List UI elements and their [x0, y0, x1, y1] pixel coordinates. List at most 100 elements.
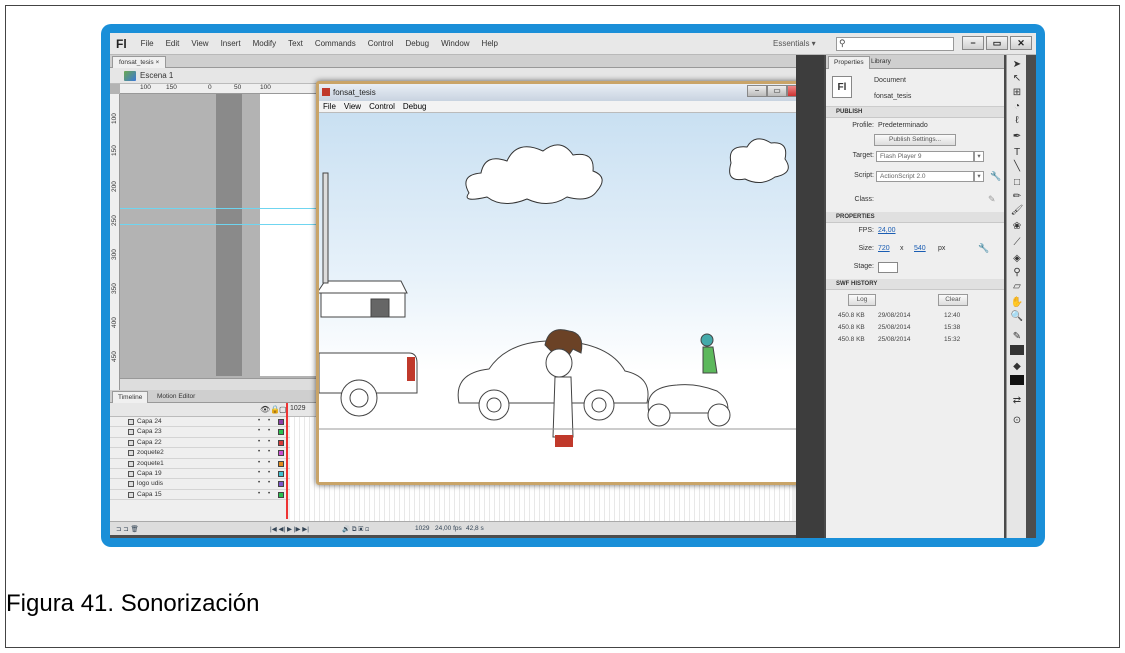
target-select[interactable]: Flash Player 9: [876, 151, 974, 162]
layer-color-swatch[interactable]: [278, 471, 284, 477]
menu-edit[interactable]: Edit: [160, 39, 186, 48]
workspace-switcher[interactable]: Essentials ▾: [773, 39, 816, 48]
size-height[interactable]: 540: [914, 245, 926, 252]
layer-name[interactable]: Capa 19: [137, 470, 162, 477]
layer-lock-dot[interactable]: •: [268, 449, 270, 455]
layer-row[interactable]: zoquete2 • •: [110, 449, 290, 459]
script-dropdown-arrow[interactable]: ▾: [974, 171, 984, 182]
layer-row[interactable]: zoquete1 • •: [110, 459, 290, 469]
layer-color-swatch[interactable]: [278, 450, 284, 457]
wrench-icon[interactable]: 🔧: [978, 243, 989, 254]
layer-name[interactable]: zoquete1: [137, 460, 164, 467]
stroke-color-swatch[interactable]: [1010, 345, 1024, 355]
layer-visibility-dot[interactable]: •: [258, 439, 260, 445]
layer-row[interactable]: Capa 24 • •: [110, 418, 290, 428]
menu-modify[interactable]: Modify: [247, 39, 283, 48]
brush-tool-icon[interactable]: 🖌: [1010, 205, 1024, 217]
player-menu-debug[interactable]: Debug: [399, 102, 431, 111]
layer-lock-dot[interactable]: •: [268, 439, 270, 445]
clear-button[interactable]: Clear: [938, 294, 968, 306]
menu-debug[interactable]: Debug: [400, 39, 436, 48]
script-select[interactable]: ActionScript 2.0: [876, 171, 974, 182]
log-button[interactable]: Log: [848, 294, 876, 306]
layer-visibility-dot[interactable]: •: [258, 460, 260, 466]
help-search-input[interactable]: ⚲: [836, 37, 954, 51]
layer-name[interactable]: zoquete2: [137, 449, 164, 456]
layer-color-swatch[interactable]: [278, 481, 284, 488]
lasso-tool-icon[interactable]: ℓ: [1010, 115, 1024, 127]
tab-motion-editor[interactable]: Motion Editor: [152, 391, 200, 403]
scene-label[interactable]: Escena 1: [140, 71, 173, 80]
layer-color-swatch[interactable]: [278, 429, 284, 436]
layer-visibility-dot[interactable]: •: [258, 480, 260, 486]
layer-lock-dot[interactable]: •: [268, 480, 270, 486]
player-titlebar[interactable]: fonsat_tesis − ▭ ✕: [319, 84, 819, 101]
menu-help[interactable]: Help: [476, 39, 504, 48]
3d-rotation-icon[interactable]: ◔: [1010, 101, 1024, 113]
player-maximize-button[interactable]: ▭: [767, 85, 787, 97]
target-dropdown-arrow[interactable]: ▾: [974, 151, 984, 162]
tab-library[interactable]: Library: [866, 56, 896, 69]
layer-row[interactable]: Capa 19 • •: [110, 470, 290, 480]
menu-file[interactable]: File: [135, 39, 160, 48]
player-menu-control[interactable]: Control: [365, 102, 399, 111]
menu-commands[interactable]: Commands: [309, 39, 362, 48]
layer-name[interactable]: Capa 23: [137, 428, 162, 435]
collapsed-panel-strip[interactable]: [796, 55, 824, 538]
layer-lock-dot[interactable]: •: [268, 491, 270, 497]
menu-view[interactable]: View: [185, 39, 214, 48]
layer-row[interactable]: logo udis • •: [110, 480, 290, 490]
playhead[interactable]: [286, 403, 288, 519]
eye-icon[interactable]: 👁: [260, 405, 270, 414]
layer-name[interactable]: Capa 22: [137, 439, 162, 446]
deco-tool-icon[interactable]: ❀: [1010, 221, 1024, 233]
minimize-button[interactable]: −: [962, 36, 984, 50]
close-button[interactable]: ✕: [1010, 36, 1032, 50]
player-minimize-button[interactable]: −: [747, 85, 767, 97]
eraser-tool-icon[interactable]: ▱: [1010, 281, 1024, 293]
layer-visibility-dot[interactable]: •: [258, 449, 260, 455]
subselection-tool-icon[interactable]: ↖: [1010, 73, 1024, 85]
publish-settings-button[interactable]: Publish Settings...: [874, 134, 956, 146]
line-tool-icon[interactable]: ╲: [1010, 161, 1024, 173]
text-tool-icon[interactable]: T: [1010, 147, 1024, 159]
hand-tool-icon[interactable]: ✋: [1010, 297, 1024, 309]
selection-tool-icon[interactable]: ➤: [1010, 59, 1024, 71]
layer-visibility-dot[interactable]: •: [258, 418, 260, 424]
swf-history-section-header[interactable]: SWF HISTORY: [826, 279, 1004, 290]
fps-value[interactable]: 24,00: [878, 227, 896, 234]
menu-text[interactable]: Text: [282, 39, 309, 48]
pencil-icon[interactable]: ✎: [988, 194, 996, 205]
properties-section-header[interactable]: PROPERTIES: [826, 212, 1004, 223]
layer-color-swatch[interactable]: [278, 460, 284, 467]
menu-control[interactable]: Control: [362, 39, 400, 48]
layer-lock-dot[interactable]: •: [268, 470, 270, 476]
tab-timeline[interactable]: Timeline: [112, 391, 149, 403]
layer-color-swatch[interactable]: [278, 491, 284, 498]
layer-color-swatch[interactable]: [278, 439, 284, 446]
wrench-icon[interactable]: 🔧: [990, 171, 1001, 182]
player-menu-file[interactable]: File: [319, 102, 340, 111]
onion-skin-icons[interactable]: 🔊 ⧉ ▣ ⊡: [342, 525, 369, 534]
flash-player-window[interactable]: fonsat_tesis − ▭ ✕ File View Control Deb…: [316, 81, 822, 485]
rectangle-tool-icon[interactable]: □: [1010, 177, 1024, 189]
stroke-color-icon[interactable]: ✎: [1010, 331, 1024, 343]
zoom-tool-icon[interactable]: 🔍: [1010, 311, 1024, 323]
menu-window[interactable]: Window: [435, 39, 475, 48]
layer-visibility-dot[interactable]: •: [258, 428, 260, 434]
layer-visibility-dot[interactable]: •: [258, 470, 260, 476]
stage-color-swatch[interactable]: [878, 262, 898, 273]
fill-color-icon[interactable]: ◆: [1010, 361, 1024, 373]
layer-lock-dot[interactable]: •: [268, 460, 270, 466]
layer-visibility-dot[interactable]: •: [258, 491, 260, 497]
playback-controls[interactable]: |◀ ◀| ▶ |▶ ▶|: [270, 525, 309, 533]
fill-color-swatch[interactable]: [1010, 375, 1024, 385]
layer-name[interactable]: Capa 15: [137, 491, 162, 498]
maximize-button[interactable]: ▭: [986, 36, 1008, 50]
tab-properties[interactable]: Properties: [828, 56, 870, 69]
layer-row[interactable]: Capa 15 • •: [110, 490, 290, 501]
publish-section-header[interactable]: PUBLISH: [826, 107, 1004, 118]
paint-bucket-icon[interactable]: ◈: [1010, 253, 1024, 265]
snap-icon[interactable]: ⊙: [1010, 415, 1024, 427]
layer-color-swatch[interactable]: [278, 419, 284, 425]
